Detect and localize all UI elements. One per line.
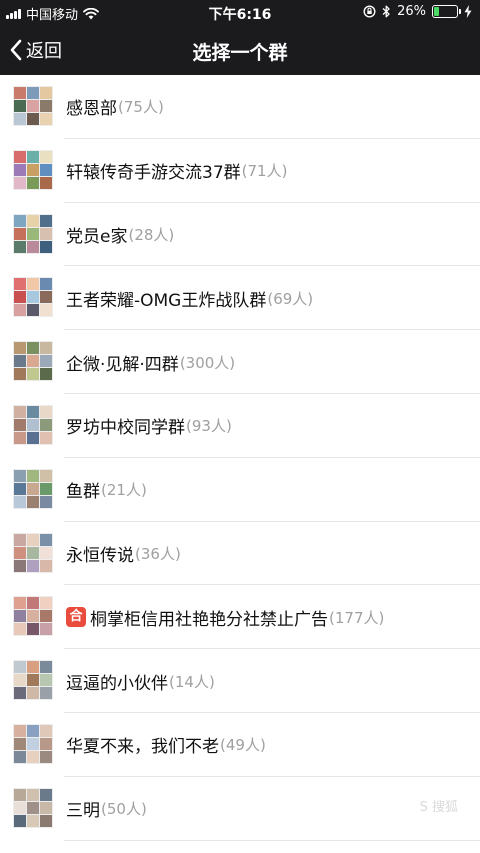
group-avatar [13, 86, 53, 126]
group-member-count: (36人) [135, 544, 181, 563]
battery-percent: 26% [397, 4, 426, 19]
status-right: 26% [363, 4, 472, 19]
group-name: 鱼群 [66, 482, 100, 503]
group-name: 企微·见解·四群 [66, 354, 179, 375]
group-text: 逗逼的小伙伴 (14人) [66, 649, 215, 713]
group-member-count: (71人) [241, 162, 288, 181]
group-text: 鱼群 (21人) [66, 458, 147, 522]
group-list-item[interactable]: 鱼群 (21人) [0, 458, 480, 522]
bluetooth-icon [382, 5, 390, 18]
nav-bar: 返回 选择一个群 [0, 26, 480, 75]
group-member-count: (69人) [267, 289, 314, 308]
group-name: 感恩部 [66, 99, 117, 120]
group-avatar [13, 468, 53, 509]
battery-level-fill [434, 7, 439, 16]
group-name: 王者荣耀-OMG王炸战队群 [66, 290, 267, 311]
group-list-item[interactable]: 合桐掌柜信用社艳艳分社禁止广告 (177人) [0, 585, 480, 649]
group-avatar [13, 213, 53, 254]
group-text: 王者荣耀-OMG王炸战队群 (69人) [66, 266, 313, 330]
group-list-item[interactable]: 永恒传说 (36人) [0, 522, 480, 586]
group-name: 党员e家 [66, 226, 128, 247]
group-name: 三明 [66, 801, 100, 822]
group-text: 合桐掌柜信用社艳艳分社禁止广告 (177人) [66, 585, 384, 649]
group-name: 逗逼的小伙伴 [66, 673, 168, 694]
group-text: 党员e家 (28人) [66, 203, 174, 267]
group-avatar [13, 277, 53, 318]
page-title: 选择一个群 [192, 42, 288, 64]
group-member-count: (93人) [186, 417, 232, 436]
battery-icon [432, 5, 461, 18]
group-text: 轩辕传奇手游交流37群 (71人) [66, 139, 287, 203]
group-member-count: (177人) [329, 608, 385, 627]
group-list-item[interactable]: 党员e家 (28人) [0, 203, 480, 267]
group-member-count: (75人) [118, 98, 164, 117]
group-avatar [13, 404, 53, 445]
group-avatar [13, 532, 53, 573]
group-text: 罗坊中校同学群 (93人) [66, 394, 232, 458]
group-list-item[interactable]: 轩辕传奇手游交流37群 (71人) [0, 139, 480, 203]
back-label: 返回 [26, 41, 62, 62]
group-member-count: (14人) [169, 672, 215, 691]
group-member-count: (28人) [128, 225, 175, 244]
rotation-lock-icon [363, 5, 376, 18]
group-list-item[interactable]: 王者荣耀-OMG王炸战队群 (69人) [0, 266, 480, 330]
group-list-item[interactable]: 三明 (50人) [0, 777, 480, 841]
group-name: 永恒传说 [66, 545, 134, 566]
group-member-count: (50人) [101, 800, 147, 819]
charging-icon [464, 5, 472, 18]
group-list-item[interactable]: 企微·见解·四群 (300人) [0, 330, 480, 394]
group-name: 轩辕传奇手游交流37群 [66, 163, 241, 184]
group-badge-icon: 合 [66, 607, 86, 628]
group-avatar [13, 341, 53, 382]
group-list-item[interactable]: 感恩部 (75人) [0, 75, 480, 139]
group-name: 桐掌柜信用社艳艳分社禁止广告 [90, 609, 328, 630]
group-avatar [13, 596, 53, 637]
group-member-count: (21人) [101, 481, 147, 500]
group-text: 永恒传说 (36人) [66, 522, 181, 586]
group-avatar [13, 723, 53, 764]
group-list: 感恩部 (75人) 轩辕传奇手游交流37群 (71人) 党员e家 (28人) 王者荣耀-OM… [0, 75, 480, 841]
chevron-left-icon [10, 39, 22, 61]
group-list-item[interactable]: 华夏不来，我们不老 (49人) [0, 713, 480, 777]
group-member-count: (300人) [179, 353, 236, 372]
group-text: 感恩部 (75人) [66, 75, 164, 139]
group-name: 华夏不来，我们不老 [66, 737, 219, 758]
group-list-item[interactable]: 逗逼的小伙伴 (14人) [0, 649, 480, 713]
group-avatar [13, 787, 53, 828]
group-avatar [13, 149, 53, 190]
group-text: 华夏不来，我们不老 (49人) [66, 713, 266, 777]
group-list-item[interactable]: 罗坊中校同学群 (93人) [0, 394, 480, 458]
group-text: 企微·见解·四群 (300人) [66, 330, 235, 394]
back-button[interactable]: 返回 [10, 37, 62, 63]
group-avatar [13, 660, 53, 701]
group-text: 三明 (50人) [66, 777, 147, 841]
group-member-count: (49人) [220, 736, 266, 755]
status-bar: 中国移动 下午6:16 26% [0, 0, 480, 26]
group-name: 罗坊中校同学群 [66, 418, 185, 439]
